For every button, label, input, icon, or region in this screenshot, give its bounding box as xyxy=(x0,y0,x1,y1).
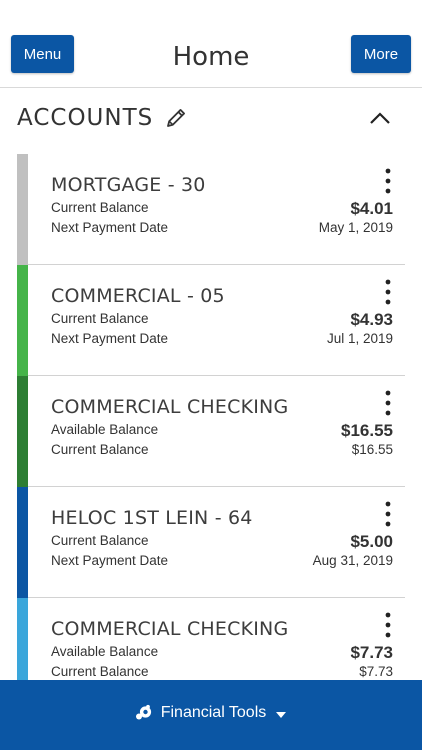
more-button[interactable]: More xyxy=(351,35,411,73)
account-label-2: Next Payment Date xyxy=(51,553,169,568)
account-label-1: Current Balance xyxy=(51,533,149,548)
account-name: COMMERCIAL CHECKING xyxy=(51,618,289,640)
account-value-2: Jul 1, 2019 xyxy=(326,331,393,346)
caret-down-icon xyxy=(276,711,287,718)
account-value-2: $7.73 xyxy=(359,664,393,679)
account-card[interactable]: COMMERCIAL CHECKING Available Balance $1… xyxy=(17,376,405,487)
financial-tools-icon xyxy=(135,704,151,720)
account-value-2: $16.55 xyxy=(351,442,393,457)
account-value-1: $4.01 xyxy=(350,199,393,218)
account-value-1: $7.73 xyxy=(350,643,393,662)
account-label-2: Current Balance xyxy=(51,664,149,679)
more-options-icon[interactable] xyxy=(381,612,395,638)
account-label-1: Available Balance xyxy=(51,644,159,659)
chevron-up-icon[interactable] xyxy=(368,108,392,128)
account-label-1: Current Balance xyxy=(51,311,149,326)
account-label-1: Available Balance xyxy=(51,422,159,437)
account-value-2: May 1, 2019 xyxy=(318,220,393,235)
account-label-1: Current Balance xyxy=(51,200,149,215)
more-options-icon[interactable] xyxy=(381,279,395,305)
account-card[interactable]: MORTGAGE - 30 Current Balance $4.01 Next… xyxy=(17,154,405,265)
account-value-1: $5.00 xyxy=(350,532,393,551)
accounts-section-header: ACCOUNTS xyxy=(0,89,422,149)
pencil-icon[interactable] xyxy=(164,106,188,130)
account-label-2: Next Payment Date xyxy=(51,331,169,346)
accounts-list: MORTGAGE - 30 Current Balance $4.01 Next… xyxy=(17,154,405,709)
financial-tools-bar[interactable]: Financial Tools xyxy=(0,680,422,750)
account-name: HELOC 1ST LEIN - 64 xyxy=(51,507,253,529)
account-value-1: $4.93 xyxy=(350,310,393,329)
account-color-bar xyxy=(17,487,28,598)
accounts-heading: ACCOUNTS xyxy=(17,105,154,131)
more-options-icon[interactable] xyxy=(381,168,395,194)
account-value-1: $16.55 xyxy=(341,421,393,440)
account-label-2: Next Payment Date xyxy=(51,220,169,235)
account-color-bar xyxy=(17,265,28,376)
more-options-icon[interactable] xyxy=(381,501,395,527)
account-name: MORTGAGE - 30 xyxy=(51,174,206,196)
account-name: COMMERCIAL - 05 xyxy=(51,285,225,307)
account-label-2: Current Balance xyxy=(51,442,149,457)
financial-tools-toggle[interactable]: Financial Tools xyxy=(0,704,422,722)
financial-tools-label: Financial Tools xyxy=(160,704,267,721)
account-name: COMMERCIAL CHECKING xyxy=(51,396,289,418)
account-card[interactable]: COMMERCIAL - 05 Current Balance $4.93 Ne… xyxy=(17,265,405,376)
top-bar: Menu Home More xyxy=(0,0,422,88)
account-color-bar xyxy=(17,154,28,265)
account-card[interactable]: HELOC 1ST LEIN - 64 Current Balance $5.0… xyxy=(17,487,405,598)
account-color-bar xyxy=(17,376,28,487)
account-value-2: Aug 31, 2019 xyxy=(312,553,393,568)
more-options-icon[interactable] xyxy=(381,390,395,416)
